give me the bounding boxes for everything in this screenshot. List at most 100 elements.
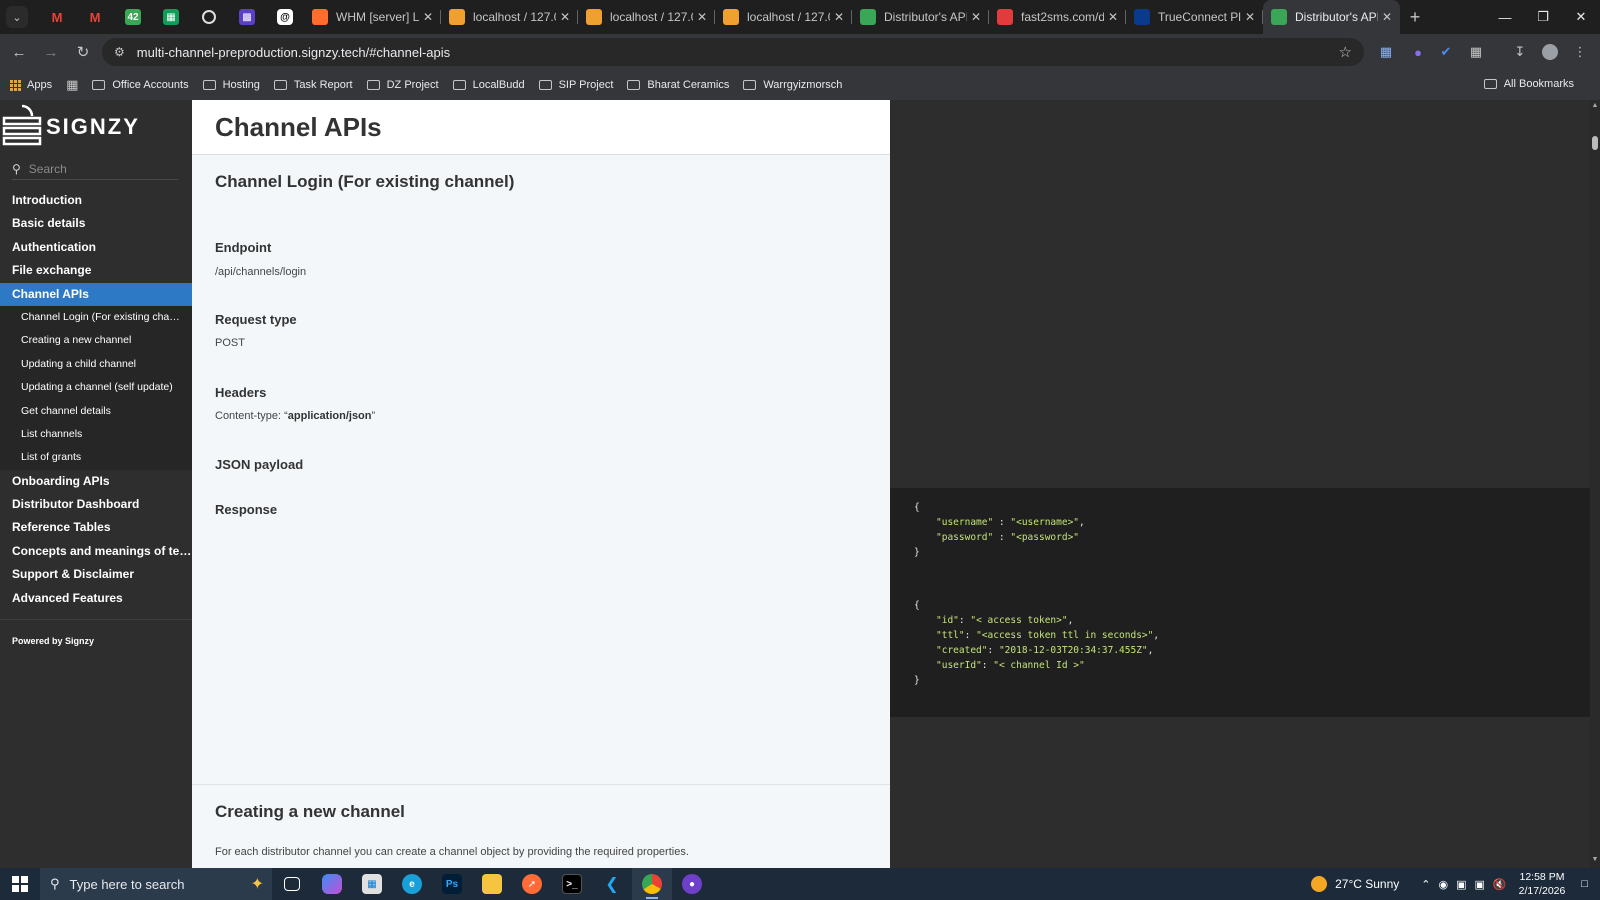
close-tab-icon[interactable]: ✕ <box>971 10 981 24</box>
close-window-button[interactable]: ✕ <box>1562 0 1600 34</box>
sidebar-item-updating-a-child-channel[interactable]: Updating a child channel <box>0 353 192 376</box>
bookmark-folder[interactable]: Bharat Ceramics <box>627 79 729 91</box>
bookmark-folder[interactable]: SIP Project <box>538 79 613 91</box>
sidebar-item-basic-details[interactable]: Basic details <box>0 212 192 235</box>
location-icon[interactable]: ◉ <box>1439 878 1449 891</box>
pinned-tab-badge[interactable]: 42 <box>114 0 152 34</box>
sidebar-item-creating-a-new-channel[interactable]: Creating a new channel <box>0 329 192 352</box>
reload-button[interactable]: ↻ <box>68 37 98 67</box>
browser-tab[interactable]: localhost / 127.0.0 ✕ <box>441 0 578 34</box>
taskbar-store[interactable]: ▦ <box>352 868 392 900</box>
new-tab-button[interactable]: + <box>1400 7 1430 28</box>
close-tab-icon[interactable]: ✕ <box>560 10 570 24</box>
weather-widget[interactable]: 27°C Sunny <box>1311 876 1399 892</box>
close-tab-icon[interactable]: ✕ <box>423 10 433 24</box>
pinned-tab-app[interactable]: ▩ <box>228 0 266 34</box>
restore-button[interactable]: ❐ <box>1524 0 1562 34</box>
extension-check-icon[interactable]: ✔ <box>1434 40 1458 64</box>
close-tab-icon[interactable]: ✕ <box>1108 10 1118 24</box>
network-icon[interactable]: ▣ <box>1475 878 1485 891</box>
meet-icon[interactable]: ▣ <box>1456 878 1466 891</box>
taskbar-terminal[interactable]: >_ <box>552 868 592 900</box>
sidebar-item-file-exchange[interactable]: File exchange <box>0 259 192 282</box>
sidebar-item-concepts-and-meanings-of-ter[interactable]: Concepts and meanings of ter... <box>0 540 192 563</box>
sidebar-item-support-disclaimer[interactable]: Support & Disclaimer <box>0 563 192 586</box>
bookmark-folder[interactable]: Task Report <box>273 79 353 91</box>
browser-tab[interactable]: localhost / 127.0.0 ✕ <box>578 0 715 34</box>
bookmark-folder[interactable]: Office Accounts <box>92 79 189 91</box>
close-tab-icon[interactable]: ✕ <box>697 10 707 24</box>
bookmark-folder[interactable]: Warrgyizmorsch <box>743 79 842 91</box>
gmail-icon: M <box>89 9 101 25</box>
taskbar-edge[interactable]: e <box>392 868 432 900</box>
sidebar-item-updating-a-channel-self-update[interactable]: Updating a channel (self update) <box>0 376 192 399</box>
browser-tab[interactable]: TrueConnect Platf ✕ <box>1126 0 1263 34</box>
extensions-puzzle-icon[interactable]: ▦ <box>1464 40 1488 64</box>
pinned-tab-gmail-1[interactable]: M <box>38 0 76 34</box>
signzy-logo[interactable]: SIGNZY <box>0 102 192 152</box>
notification-icon[interactable]: □ <box>1581 878 1588 890</box>
taskbar-github-desktop[interactable]: ● <box>672 868 712 900</box>
menu-kebab-icon[interactable]: ⋮ <box>1568 40 1592 64</box>
sidebar-item-advanced-features[interactable]: Advanced Features <box>0 587 192 610</box>
scroll-down-icon[interactable]: ▼ <box>1591 856 1599 863</box>
close-tab-icon[interactable]: ✕ <box>834 10 844 24</box>
bookmark-folder[interactable]: Hosting <box>202 79 260 91</box>
address-bar[interactable]: ⚙ multi-channel-preproduction.signzy.tec… <box>102 38 1364 66</box>
bookmark-star-icon[interactable]: ☆ <box>1339 43 1352 61</box>
close-tab-icon[interactable]: ✕ <box>1382 10 1392 24</box>
search-input[interactable] <box>28 161 159 176</box>
sidebar-item-introduction[interactable]: Introduction <box>0 189 192 212</box>
bookmark-apps[interactable]: Apps <box>10 79 52 91</box>
code-rest: : <box>993 532 1011 543</box>
bookmark-folder[interactable]: LocalBudd <box>452 79 525 91</box>
profile-avatar[interactable] <box>1538 40 1562 64</box>
translate-icon[interactable]: ▦ <box>1374 40 1398 64</box>
taskbar-chrome[interactable] <box>632 868 672 900</box>
scroll-up-icon[interactable]: ▲ <box>1591 102 1599 109</box>
all-bookmarks[interactable]: All Bookmarks <box>1483 78 1574 90</box>
scrollbar-thumb[interactable] <box>1592 136 1598 150</box>
bookmark-folder[interactable]: DZ Project <box>366 79 439 91</box>
page-scrollbar[interactable]: ▲ ▼ <box>1590 100 1600 868</box>
sidebar-item-onboarding-apis[interactable]: Onboarding APIs <box>0 470 192 493</box>
pinned-tab-github[interactable] <box>190 0 228 34</box>
start-button[interactable] <box>0 868 40 900</box>
browser-tab[interactable]: localhost / 127.0.0 ✕ <box>715 0 852 34</box>
sidebar-item-get-channel-details[interactable]: Get channel details <box>0 400 192 423</box>
download-icon[interactable]: ↧ <box>1508 40 1532 64</box>
browser-tab[interactable]: WHM [server] List ✕ <box>304 0 441 34</box>
browser-tab[interactable]: Distributor's API R ✕ <box>852 0 989 34</box>
clock[interactable]: 12:58 PM 2/17/2026 <box>1519 870 1566 898</box>
taskbar-file-explorer[interactable] <box>472 868 512 900</box>
minimize-button[interactable]: — <box>1486 0 1524 34</box>
task-view-button[interactable] <box>272 868 312 900</box>
extension-icon[interactable]: ● <box>1406 40 1430 64</box>
sidebar-item-distributor-dashboard[interactable]: Distributor Dashboard <box>0 493 192 516</box>
sidebar-item-reference-tables[interactable]: Reference Tables <box>0 516 192 539</box>
pinned-tab-gmail-2[interactable]: M <box>76 0 114 34</box>
browser-tab[interactable]: fast2sms.com/das ✕ <box>989 0 1126 34</box>
volume-muted-icon[interactable]: 🔇 <box>1493 878 1507 891</box>
sidebar-item-authentication[interactable]: Authentication <box>0 236 192 259</box>
code-end: , <box>1153 630 1160 641</box>
close-tab-icon[interactable]: ✕ <box>1245 10 1255 24</box>
site-info-icon[interactable]: ⚙ <box>114 45 125 59</box>
sidebar-item-list-channels[interactable]: List channels <box>0 423 192 446</box>
tab-groups-icon[interactable]: ▦ <box>66 77 78 93</box>
taskbar-vscode[interactable]: ❮ <box>592 868 632 900</box>
sidebar-item-channel-apis[interactable]: Channel APIs <box>0 282 192 306</box>
chevron-up-icon[interactable]: ⌃ <box>1421 878 1430 891</box>
pinned-tab-sheets[interactable]: ▦ <box>152 0 190 34</box>
taskbar-postman[interactable]: ➚ <box>512 868 552 900</box>
sidebar-item-channel-login-for-existing-chan[interactable]: Channel Login (For existing chan... <box>0 306 192 329</box>
tab-search-button[interactable]: ⌄ <box>6 6 28 28</box>
forward-button[interactable]: → <box>36 37 66 67</box>
pinned-tab-threads[interactable]: @ <box>266 0 304 34</box>
taskbar-search[interactable]: ⚲ Type here to search ✦ <box>40 868 272 900</box>
browser-tab[interactable]: Distributor's API R ✕ <box>1263 0 1400 34</box>
taskbar-photoshop[interactable]: Ps <box>432 868 472 900</box>
back-button[interactable]: ← <box>4 37 34 67</box>
taskbar-copilot[interactable] <box>312 868 352 900</box>
sidebar-item-list-of-grants[interactable]: List of grants <box>0 446 192 469</box>
